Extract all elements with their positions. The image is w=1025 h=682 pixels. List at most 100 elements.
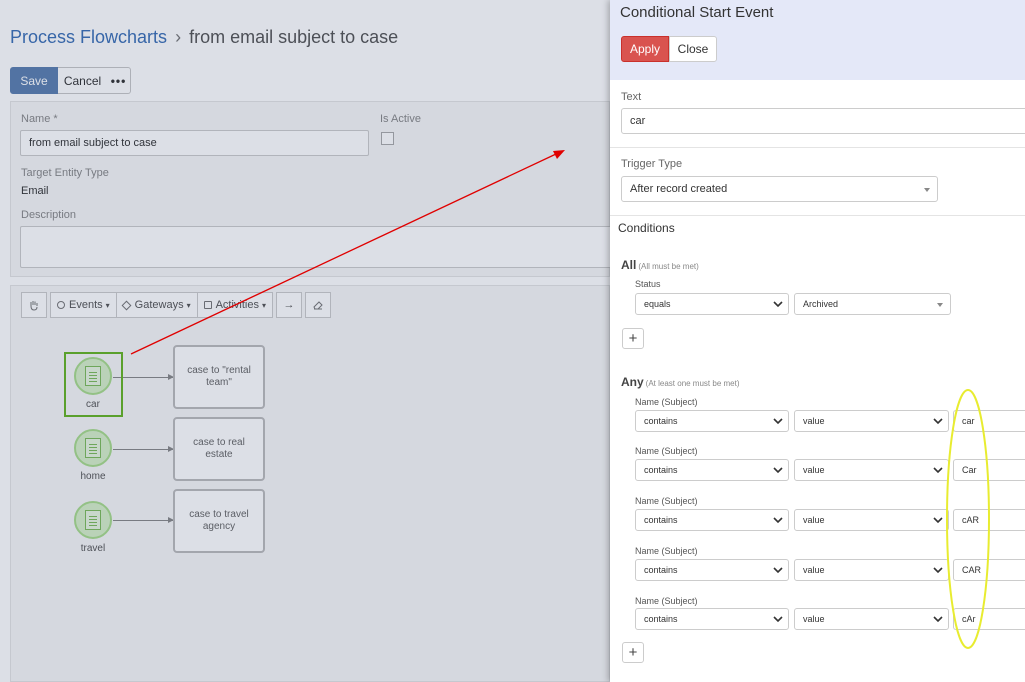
cancel-button[interactable]: Cancel (58, 67, 108, 94)
panel-header: Conditional Start Event Apply Close (610, 0, 1025, 80)
any-value-input[interactable]: car (953, 410, 1025, 432)
chevron-down-icon (933, 418, 943, 425)
close-button[interactable]: Close (669, 36, 717, 62)
event-circle-icon (57, 301, 65, 309)
name-field[interactable]: from email subject to case (20, 130, 369, 156)
any-operator-select[interactable]: contains (635, 608, 789, 630)
value-type: value (803, 565, 825, 575)
text-label: Text (621, 91, 642, 103)
flow-arrow[interactable] (113, 446, 174, 452)
start-event-node[interactable] (74, 501, 112, 539)
trigger-type-select[interactable]: After record created (621, 176, 938, 202)
apply-button[interactable]: Apply (621, 36, 669, 62)
operator-value: contains (644, 565, 678, 575)
chevron-down-icon (773, 616, 783, 623)
status-operator-value: equals (644, 299, 671, 309)
conditional-document-icon (85, 510, 101, 530)
any-condition-label: Name (Subject) (635, 546, 698, 556)
status-operator-select[interactable]: equals (635, 293, 789, 315)
caret-down-icon (937, 303, 943, 307)
any-operator-select[interactable]: contains (635, 459, 789, 481)
task-node[interactable]: case to "rental team" (173, 345, 265, 409)
chevron-down-icon (933, 567, 943, 574)
any-group-name: Any (621, 375, 644, 389)
is-active-checkbox[interactable] (381, 132, 394, 145)
status-value-select[interactable]: Archived (794, 293, 951, 315)
save-button[interactable]: Save (10, 67, 58, 94)
breadcrumb-current: from email subject to case (189, 27, 399, 47)
connect-tool-button[interactable]: → (276, 292, 303, 318)
flowchart-diagram: Events ▾ Gateways ▾ Activities ▾ → (10, 285, 610, 682)
start-event-node[interactable] (74, 429, 112, 467)
start-event-label: travel (80, 543, 106, 554)
any-value-type-select[interactable]: value (794, 410, 949, 432)
trigger-type-label: Trigger Type (621, 158, 683, 170)
task-node[interactable]: case to travel agency (173, 489, 265, 553)
gateways-dropdown[interactable]: Gateways ▾ (115, 292, 198, 318)
section-divider (610, 215, 1025, 216)
start-event-label: home (80, 471, 106, 482)
flow-arrow[interactable] (113, 517, 174, 523)
conditions-title: Conditions (618, 221, 675, 235)
breadcrumb-root-link[interactable]: Process Flowcharts (10, 27, 167, 47)
trigger-type-value: After record created (630, 183, 728, 195)
activity-square-icon (203, 301, 212, 309)
diagram-toolbar: Events ▾ Gateways ▾ Activities ▾ → (21, 292, 332, 318)
any-operator-select[interactable]: contains (635, 509, 789, 531)
name-label: Name * (21, 113, 58, 125)
chevron-down-icon (933, 467, 943, 474)
chevron-down-icon (773, 517, 783, 524)
any-value-input[interactable]: Car (953, 459, 1025, 481)
any-group-hint: (At least one must be met) (645, 379, 740, 388)
any-condition-label: Name (Subject) (635, 496, 698, 506)
chevron-down-icon (773, 301, 783, 308)
caret-down-icon: ▾ (105, 300, 110, 310)
panel-title: Conditional Start Event (620, 4, 774, 21)
selected-node-highlight (64, 352, 123, 417)
text-input[interactable]: car (621, 108, 1025, 134)
erase-tool-button[interactable] (305, 292, 332, 318)
breadcrumb: Process Flowcharts › from email subject … (10, 27, 398, 48)
events-dropdown[interactable]: Events ▾ (50, 292, 117, 318)
record-actions: Save Cancel ••• (10, 67, 131, 94)
value-type: value (803, 416, 825, 426)
gateways-label: Gateways (134, 299, 184, 311)
is-active-label: Is Active (380, 113, 421, 125)
any-value-input[interactable]: cAR (953, 509, 1025, 531)
hand-tool-button[interactable] (21, 292, 47, 318)
all-group-hint: (All must be met) (638, 262, 699, 271)
status-value: Archived (803, 299, 839, 309)
all-group-name: All (621, 258, 637, 272)
any-value-input[interactable]: cAr (953, 608, 1025, 630)
conditional-document-icon (85, 438, 101, 458)
any-operator-select[interactable]: contains (635, 559, 789, 581)
gateway-diamond-icon (121, 300, 132, 310)
value-type: value (803, 465, 825, 475)
value-type: value (803, 614, 825, 624)
add-any-condition-button[interactable]: + (622, 642, 644, 663)
any-value-type-select[interactable]: value (794, 608, 949, 630)
any-value-type-select[interactable]: value (794, 459, 949, 481)
any-value-input[interactable]: CAR (953, 559, 1025, 581)
value-type: value (803, 515, 825, 525)
any-value-type-select[interactable]: value (794, 509, 949, 531)
operator-value: contains (644, 416, 678, 426)
description-label: Description (21, 209, 77, 221)
description-field[interactable] (20, 226, 620, 268)
any-value-type-select[interactable]: value (794, 559, 949, 581)
any-condition-label: Name (Subject) (635, 596, 698, 606)
caret-down-icon (924, 188, 930, 192)
add-all-condition-button[interactable]: + (622, 328, 644, 349)
activities-dropdown[interactable]: Activities ▾ (196, 292, 274, 318)
chevron-down-icon (933, 616, 943, 623)
activities-label: Activities (215, 299, 259, 311)
operator-value: contains (644, 515, 678, 525)
more-actions-button[interactable]: ••• (107, 67, 131, 94)
task-node[interactable]: case to real estate (173, 417, 265, 481)
eraser-icon (313, 301, 323, 310)
breadcrumb-separator: › (175, 27, 182, 47)
any-group-title: Any (At least one must be met) (621, 375, 740, 389)
any-condition-label: Name (Subject) (635, 397, 698, 407)
target-entity-value: Email (21, 185, 49, 197)
any-operator-select[interactable]: contains (635, 410, 789, 432)
